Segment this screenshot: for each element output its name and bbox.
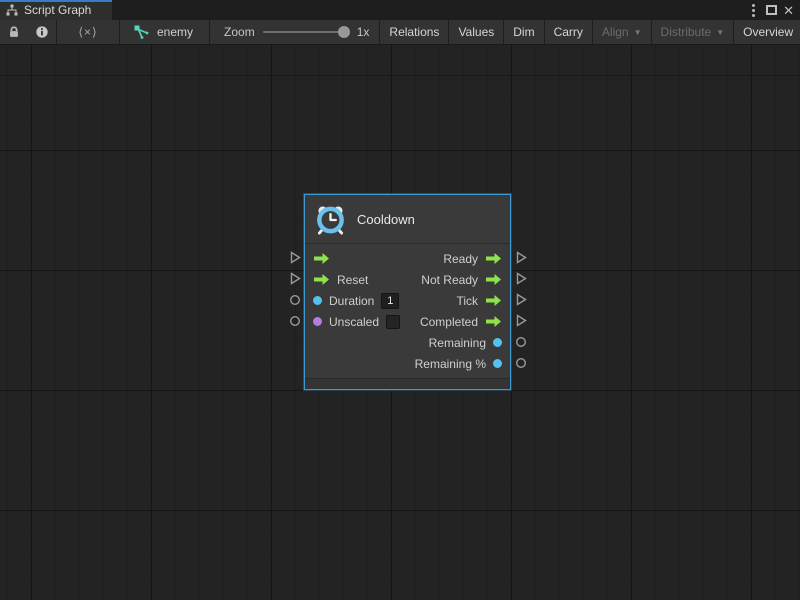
port-row: Unscaled Completed [305, 311, 510, 332]
close-icon[interactable]: ✕ [783, 4, 794, 17]
flow-connector-icon[interactable] [516, 272, 527, 285]
port-row: Duration 1 Tick [305, 290, 510, 311]
right-connector-column [514, 247, 528, 373]
duration-input-field[interactable]: 1 [381, 293, 399, 309]
value-connector-icon[interactable] [289, 315, 301, 327]
graph-toolbar: ⟨×⟩ enemy Zoom 1x [0, 20, 800, 45]
flow-output-port-ready[interactable] [485, 252, 502, 265]
carry-button[interactable]: Carry [545, 20, 593, 44]
window-controls: ✕ [746, 0, 800, 20]
graph-canvas[interactable]: Cooldown Ready [0, 45, 800, 600]
maximize-icon[interactable] [766, 5, 777, 15]
port-row: Ready [305, 248, 510, 269]
info-button[interactable] [28, 20, 56, 44]
unscaled-checkbox[interactable] [386, 315, 400, 329]
flow-input-port-reset[interactable] [313, 273, 330, 286]
graph-breadcrumb[interactable]: enemy [120, 25, 209, 39]
port-row: Reset Not Ready [305, 269, 510, 290]
zoom-value: 1x [357, 25, 370, 39]
cooldown-node-header[interactable]: Cooldown [305, 195, 510, 243]
flow-connector-icon[interactable] [516, 251, 527, 264]
flow-output-port-tick[interactable] [485, 294, 502, 307]
graph-pointer-icon [134, 25, 150, 39]
zoom-control: Zoom 1x [210, 25, 379, 39]
node-footer [305, 378, 510, 389]
values-button[interactable]: Values [449, 20, 504, 44]
value-input-port-duration[interactable] [313, 296, 322, 305]
port-row: Remaining % [305, 353, 510, 374]
port-label-completed: Completed [420, 315, 478, 329]
value-input-port-unscaled[interactable] [313, 317, 322, 326]
flow-connector-icon[interactable] [516, 314, 527, 327]
script-graph-window: Script Graph ✕ [0, 0, 800, 600]
lock-button[interactable] [0, 20, 28, 44]
tab-script-graph[interactable]: Script Graph [0, 0, 112, 20]
value-output-port-remaining-pct[interactable] [493, 359, 502, 368]
port-label-tick: Tick [456, 294, 478, 308]
value-connector-icon[interactable] [515, 357, 527, 369]
distribute-button: Distribute ▼ [652, 20, 735, 44]
flow-connector-icon[interactable] [290, 251, 301, 264]
node-body: Ready Reset Not Ready [305, 243, 510, 378]
port-label-remaining-pct: Remaining % [415, 357, 486, 371]
port-label-remaining: Remaining [429, 336, 486, 350]
zoom-slider[interactable] [263, 31, 349, 33]
code-view-button[interactable]: ⟨×⟩ [57, 20, 119, 44]
port-label-ready: Ready [443, 252, 478, 266]
flow-input-port-enter[interactable] [313, 252, 330, 265]
lock-icon [7, 25, 21, 39]
tab-title: Script Graph [24, 3, 91, 17]
port-label-unscaled: Unscaled [329, 315, 379, 329]
relations-button[interactable]: Relations [380, 20, 449, 44]
window-menu-icon[interactable] [746, 3, 760, 17]
active-tab-accent [0, 0, 112, 2]
alarm-clock-icon [315, 204, 346, 235]
flow-output-port-completed[interactable] [485, 315, 502, 328]
script-graph-icon [6, 4, 18, 16]
port-label-duration: Duration [329, 294, 374, 308]
left-connector-column [288, 247, 302, 331]
title-bar: Script Graph ✕ [0, 0, 800, 20]
zoom-slider-handle[interactable] [338, 26, 350, 38]
dim-button[interactable]: Dim [504, 20, 544, 44]
node-title: Cooldown [357, 212, 415, 227]
zoom-label: Zoom [224, 25, 255, 39]
flow-connector-icon[interactable] [290, 272, 301, 285]
flow-output-port-not-ready[interactable] [485, 273, 502, 286]
info-icon [35, 25, 49, 39]
port-row: Remaining [305, 332, 510, 353]
value-connector-icon[interactable] [289, 294, 301, 306]
port-label-not-ready: Not Ready [421, 273, 478, 287]
port-label-reset: Reset [337, 273, 368, 287]
align-button: Align ▼ [593, 20, 652, 44]
cooldown-node[interactable]: Cooldown Ready [304, 194, 511, 390]
chevron-down-icon: ▼ [716, 28, 724, 37]
overview-button[interactable]: Overview [734, 20, 800, 44]
chevron-down-icon: ▼ [634, 28, 642, 37]
value-output-port-remaining[interactable] [493, 338, 502, 347]
flow-connector-icon[interactable] [516, 293, 527, 306]
graph-name-label: enemy [157, 25, 193, 39]
value-connector-icon[interactable] [515, 336, 527, 348]
